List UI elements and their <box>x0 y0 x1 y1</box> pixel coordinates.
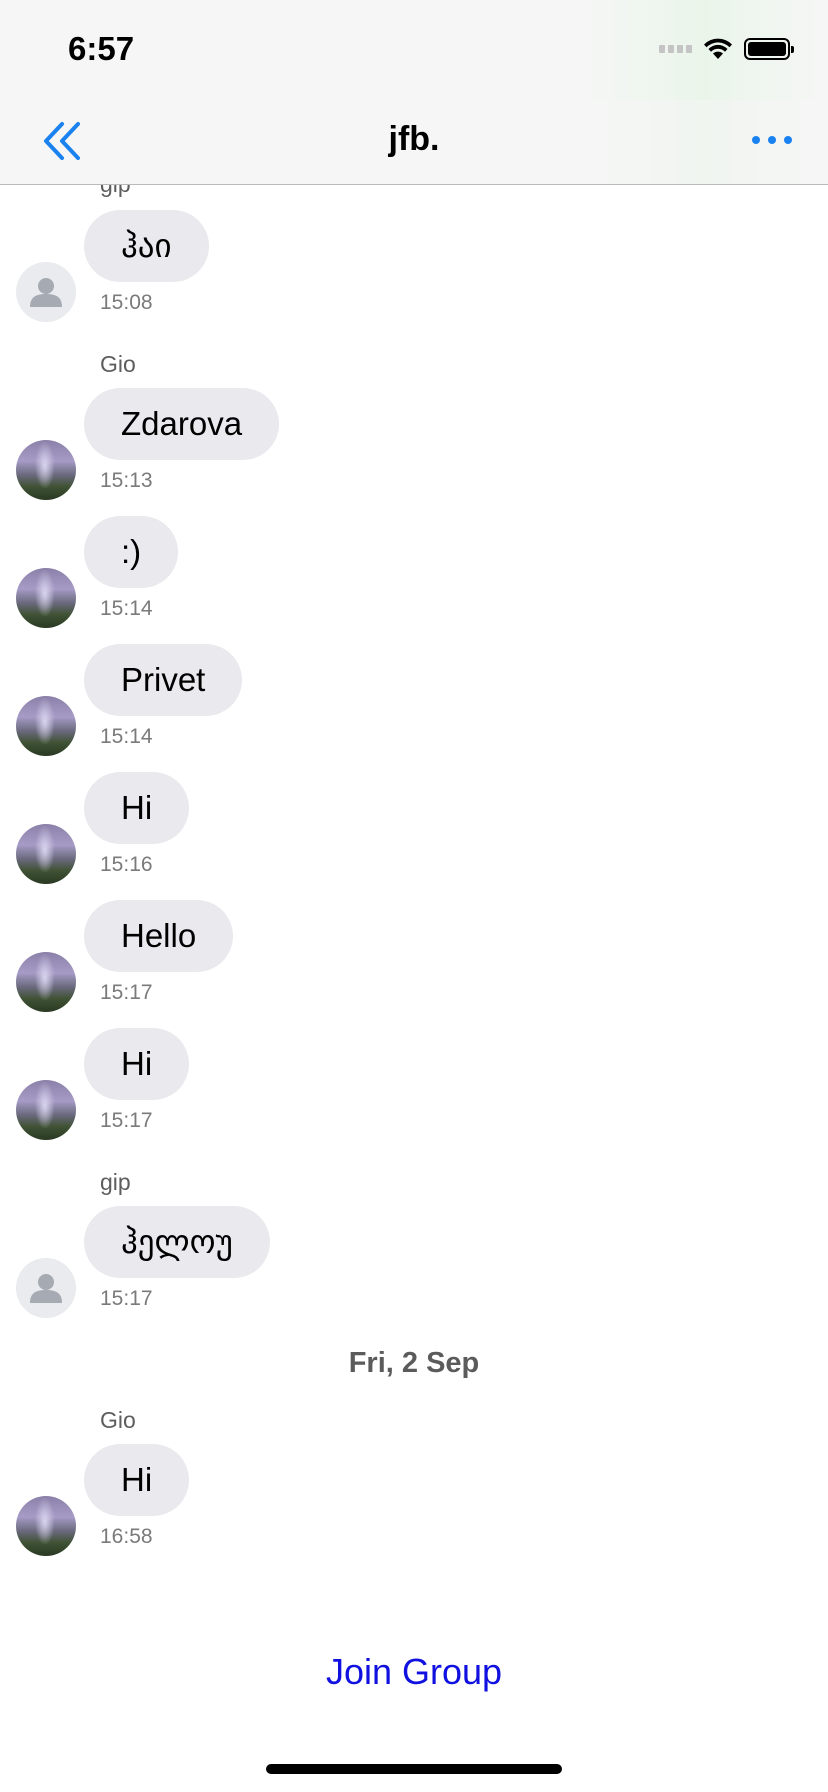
message-time: 15:17 <box>100 1287 153 1310</box>
wifi-icon <box>704 38 732 59</box>
message-time: 15:17 <box>100 1109 153 1132</box>
message-bubble[interactable]: Privet <box>84 644 243 716</box>
message-time: 15:16 <box>100 853 153 876</box>
message-time: 15:14 <box>100 725 153 748</box>
status-icons <box>659 36 794 62</box>
message-list[interactable]: gip ჰაი 15:08 Gio Zdarova 15:13 :) 15:14… <box>0 185 828 1585</box>
message-time: 16:58 <box>100 1525 153 1548</box>
home-indicator[interactable] <box>266 1764 562 1774</box>
sender-name: gip <box>100 185 131 198</box>
message-time: 15:14 <box>100 597 153 620</box>
status-bar: 6:57 <box>0 0 828 100</box>
navigation-bar: jfb. <box>0 100 828 185</box>
avatar[interactable] <box>16 440 76 500</box>
more-options-button[interactable] <box>752 136 792 144</box>
join-group-button[interactable]: Join Group <box>0 1650 828 1694</box>
sender-name: Gio <box>100 351 136 377</box>
message-bubble[interactable]: Hi <box>84 1028 190 1100</box>
sender-name: Gio <box>100 1407 136 1433</box>
message-time: 15:13 <box>100 469 153 492</box>
sender-name: gip <box>100 1169 131 1195</box>
message-time: 15:17 <box>100 981 153 1004</box>
date-separator: Fri, 2 Sep <box>348 1347 480 1379</box>
message-bubble[interactable]: ჰელოუ <box>84 1206 270 1278</box>
message-bubble[interactable]: Zdarova <box>84 388 280 460</box>
more-dot-icon <box>768 136 776 144</box>
avatar[interactable] <box>16 824 76 884</box>
avatar[interactable] <box>16 1258 76 1318</box>
more-dot-icon <box>752 136 760 144</box>
message-bubble[interactable]: Hi <box>84 1444 190 1516</box>
avatar[interactable] <box>16 952 76 1012</box>
avatar[interactable] <box>16 696 76 756</box>
message-time: 15:08 <box>100 291 153 314</box>
cellular-signal-icon <box>659 45 692 53</box>
avatar[interactable] <box>16 1496 76 1556</box>
avatar[interactable] <box>16 1080 76 1140</box>
chat-title: jfb. <box>388 120 440 158</box>
avatar[interactable] <box>16 262 76 322</box>
status-time: 6:57 <box>68 30 135 67</box>
person-placeholder-icon <box>30 278 62 307</box>
message-bubble[interactable]: Hi <box>84 772 190 844</box>
avatar[interactable] <box>16 568 76 628</box>
person-placeholder-icon <box>30 1274 62 1303</box>
battery-icon <box>744 38 794 60</box>
message-bubble[interactable]: :) <box>84 516 179 588</box>
message-bubble[interactable]: Hello <box>84 900 234 972</box>
more-dot-icon <box>784 136 792 144</box>
message-bubble[interactable]: ჰაი <box>84 210 209 282</box>
